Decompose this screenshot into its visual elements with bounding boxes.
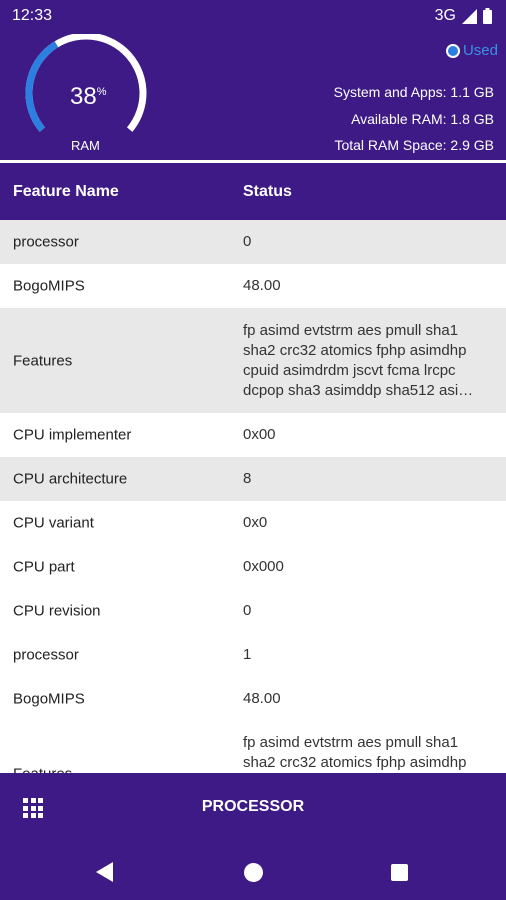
table-row: BogoMIPS 48.00 — [0, 264, 506, 308]
used-legend-dot — [445, 43, 460, 58]
table-row: CPU architecture 8 — [0, 457, 506, 501]
feature-table[interactable]: processor 0 BogoMIPS 48.00 Features fp a… — [0, 220, 506, 773]
column-header-status: Status — [243, 183, 292, 200]
table-row: CPU variant 0x0 — [0, 501, 506, 545]
column-header-feature: Feature Name — [13, 183, 119, 200]
bottom-bar: PROCESSOR — [0, 773, 506, 900]
table-row: Features fp asimd evtstrm aes pmull sha1… — [0, 308, 506, 413]
feature-status: 0 — [243, 602, 252, 619]
table-row: CPU implementer 0x00 — [0, 413, 506, 457]
feature-status: 0x0 — [243, 514, 268, 531]
stat-value: 1.8 GB — [450, 110, 494, 127]
home-icon[interactable] — [244, 863, 263, 882]
status-bar: 12:33 3G — [0, 0, 506, 32]
used-legend-label: Used — [462, 42, 498, 59]
status-time: 12:33 — [12, 7, 53, 24]
feature-name: Features — [13, 352, 73, 369]
feature-status: 1 — [243, 646, 252, 663]
feature-status: 8 — [243, 470, 252, 487]
feature-status: 0x00 — [243, 426, 276, 443]
table-row: CPU revision 0 — [0, 589, 506, 633]
table-row: processor 0 — [0, 220, 506, 264]
feature-name: processor — [13, 646, 79, 664]
used-legend: Used — [445, 42, 498, 59]
table-row: BogoMIPS 48.00 — [0, 677, 506, 721]
table-row: processor 1 — [0, 633, 506, 677]
stat-label: Total RAM Space: — [334, 137, 447, 153]
feature-status: 0 — [243, 233, 252, 250]
stat-system-apps: System and Apps: 1.1 GB — [334, 79, 494, 106]
feature-status: fp asimd evtstrm aes pmull sha1 sha2 crc… — [243, 321, 474, 399]
feature-name: BogoMIPS — [13, 277, 85, 295]
table-row: Features fp asimd evtstrm aes pmull sha1… — [0, 721, 506, 773]
feature-status: 48.00 — [243, 277, 281, 294]
table-row: CPU part 0x000 — [0, 545, 506, 589]
stat-label: System and Apps: — [333, 84, 447, 100]
network-type: 3G — [434, 7, 456, 24]
system-nav-bar — [0, 845, 506, 900]
feature-name: CPU part — [13, 558, 75, 576]
stat-value: 2.9 GB — [450, 137, 494, 153]
ram-percent: 38% — [70, 83, 106, 111]
ram-stats: System and Apps: 1.1 GB Available RAM: 1… — [334, 79, 494, 159]
stat-available-ram: Available RAM: 1.8 GB — [334, 106, 494, 133]
feature-name: processor — [13, 233, 79, 251]
ram-gauge-label: RAM — [71, 138, 100, 153]
feature-name: CPU architecture — [13, 470, 128, 488]
feature-status: 0x000 — [243, 558, 284, 575]
stat-value: 1.1 GB — [450, 84, 494, 100]
recents-icon[interactable] — [391, 864, 408, 881]
stat-label: Available RAM: — [351, 110, 447, 127]
feature-name: Features — [13, 765, 72, 773]
ram-header: 38% RAM Used System and Apps: 1.1 GB Ava… — [0, 32, 506, 160]
signal-icon — [462, 8, 477, 24]
feature-name: CPU revision — [13, 602, 101, 620]
ram-percent-value: 38 — [70, 83, 97, 110]
battery-icon — [483, 8, 492, 24]
ram-gauge: 38% RAM — [22, 34, 150, 156]
feature-name: CPU implementer — [13, 426, 132, 444]
section-title: PROCESSOR — [201, 798, 305, 815]
feature-status: fp asimd evtstrm aes pmull sha1 sha2 crc… — [243, 734, 467, 771]
status-indicators: 3G — [435, 7, 492, 25]
feature-name: CPU variant — [13, 514, 94, 532]
stat-total-ram: Total RAM Space: 2.9 GB — [334, 132, 494, 159]
feature-name: BogoMIPS — [13, 690, 85, 708]
ram-percent-unit: % — [96, 86, 107, 98]
back-icon[interactable] — [96, 862, 113, 882]
feature-status: 48.00 — [243, 690, 281, 707]
table-header: Feature Name Status — [0, 163, 506, 220]
